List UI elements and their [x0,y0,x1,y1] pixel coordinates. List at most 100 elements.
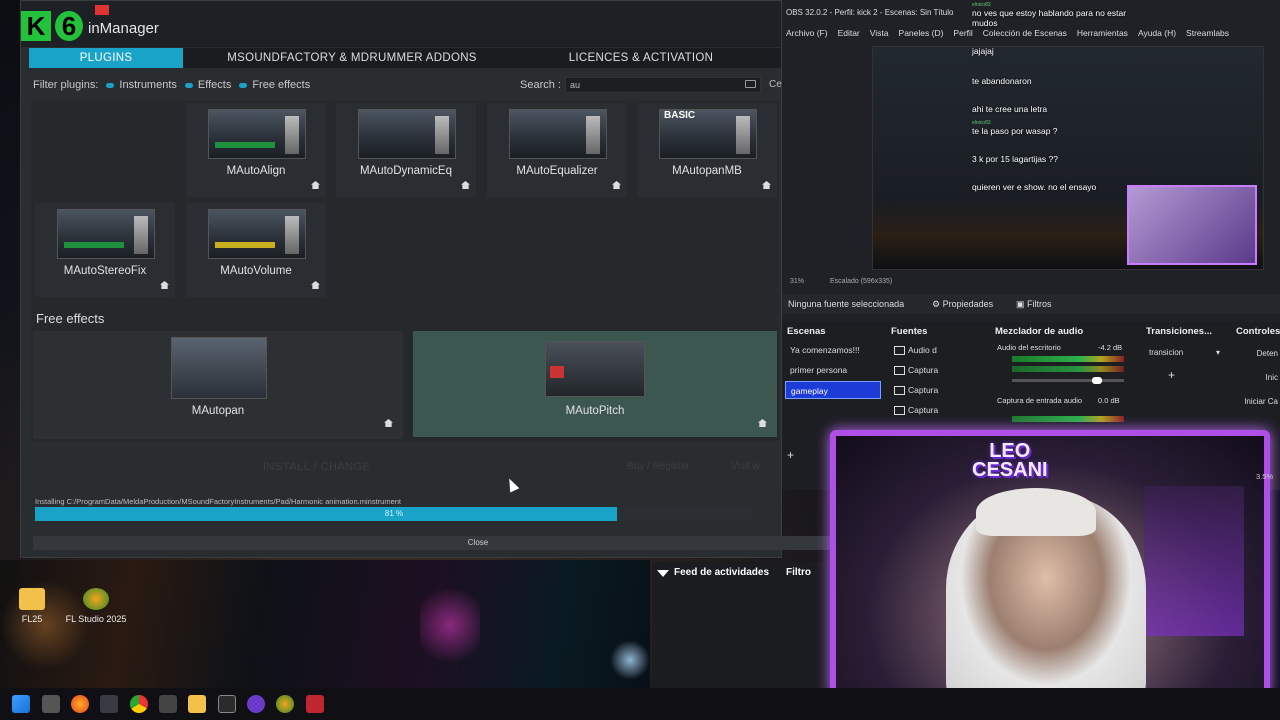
volume-slider[interactable] [1012,377,1124,384]
chat-message: ahi te cree una letra [972,104,1048,114]
tab-msoundfactory-addons[interactable]: MSOUNDFACTORY & MDRUMMER ADDONS [183,48,521,68]
file-explorer-icon[interactable] [188,695,206,713]
stop-button[interactable]: Deten [1236,346,1280,362]
chat-message: no ves que estoy hablando para no estar … [972,8,1127,28]
home-icon[interactable] [762,181,771,189]
properties-button[interactable]: ⚙ Propiedades [932,299,993,310]
plugin-tile-mautodynamiceq[interactable]: MAutoDynamicEq [336,103,476,197]
mixer-channel-db: 0.0 dB [1098,396,1120,405]
plugin-tile-mautopitch[interactable]: MAutoPitch [413,331,777,437]
dock-controls-title: Controles [1236,326,1280,337]
wallpaper-neon-glow [420,580,480,670]
plugin-tile-mautopan[interactable]: MAutopan [33,331,403,439]
zoom-indicator: 3.5% [1256,472,1274,481]
dock-mixer-title: Mezclador de audio [995,326,1084,337]
source-item[interactable]: Captura [892,361,982,379]
filter-option-label: Free effects [252,79,311,91]
title-bar: K 6 inManager [21,1,781,47]
close-button[interactable]: Close [33,536,923,550]
filters-button[interactable]: ▣ Filtros [1016,299,1052,310]
collapse-arrow-icon[interactable] [657,570,669,577]
filter-option-label: Effects [197,79,232,91]
plugin-name: MAutopanMB [672,165,742,177]
mixer-channel-db: -4.2 dB [1098,343,1123,352]
free-effects-heading: Free effects [36,311,105,326]
start-recording-button[interactable]: Iniciar Ca [1236,394,1280,410]
scene-item[interactable]: primer persona [785,361,881,379]
dock-scenes-title: Escenas [787,326,826,337]
firefox-icon[interactable] [71,695,89,713]
app-logo: K 6 [21,5,109,43]
home-icon[interactable] [311,181,320,189]
search-input[interactable] [565,77,761,93]
obs-icon[interactable] [159,695,177,713]
obs-zoom-level: 31% Escalado (596x335) [790,278,892,285]
visit-website-button[interactable]: Visit w [731,461,760,472]
plugin-tile-mautoalign[interactable]: MAutoAlign [186,103,326,197]
plugin-thumbnail [171,337,267,399]
home-icon[interactable] [461,181,470,189]
home-icon[interactable] [160,281,169,289]
app-icon[interactable] [218,695,236,713]
home-icon[interactable] [758,419,767,427]
progress-percent: 81 % [384,509,404,518]
plugin-tile-mautoequalizer[interactable]: MAutoEqualizer [487,103,627,197]
keyboard-icon[interactable] [745,80,756,88]
home-icon[interactable] [311,281,320,289]
filter-instruments[interactable]: Instruments [106,79,177,91]
logo-accent [95,5,109,15]
menu-ayuda[interactable]: Ayuda (H) [1138,28,1176,38]
plugin-tile-mautopanmb[interactable]: BASIC MAutopanMB [637,103,777,197]
tab-licences[interactable]: LICENCES & ACTIVATION [521,48,761,68]
start-button[interactable]: Inic [1236,370,1280,386]
no-source-label: Ninguna fuente seleccionada [788,299,905,309]
start-icon[interactable] [12,695,30,713]
install-change-button[interactable]: INSTALL / CHANGE [263,461,371,473]
menu-archivo[interactable]: Archivo (F) [786,28,828,38]
buy-register-button[interactable]: Buy / Register [627,461,690,472]
desktop-icon-fl-studio[interactable]: FL Studio 2025 [56,588,136,624]
transition-select[interactable]: transicion ▾ [1146,346,1224,360]
clear-search-button[interactable]: Ce [769,79,782,90]
source-item[interactable]: Captura [892,401,982,419]
plugin-thumbnail: BASIC [659,109,757,159]
activity-feed: Feed de actividades Filtro [652,562,832,688]
chrome-icon[interactable] [130,695,148,713]
app-icon[interactable] [247,695,265,713]
home-icon[interactable] [612,181,621,189]
melda-icon[interactable] [306,695,324,713]
home-icon[interactable] [384,419,393,427]
filter-effects[interactable]: Effects [184,79,232,91]
scene-item[interactable]: Ya comenzamos!!! [785,341,881,359]
window-title: inManager [88,20,159,37]
chat-message: quieren ver e show. no el ensayo [972,182,1097,192]
wallpaper-light-glow [610,640,650,680]
background-shelf [1144,486,1244,636]
scale-value[interactable]: Escalado (596x335) [830,278,892,285]
task-view-icon[interactable] [42,695,60,713]
streamer-cap [976,488,1096,536]
menu-vista[interactable]: Vista [870,28,889,38]
fl-studio-icon[interactable] [276,695,294,713]
plugin-thumbnail [358,109,456,159]
plugin-name: MAutopan [191,405,245,417]
filters-label: Filtros [1027,299,1052,309]
menu-paneles[interactable]: Paneles (D) [899,28,944,38]
filter-free-effects[interactable]: Free effects [239,79,310,91]
add-scene-icon[interactable]: + [787,448,794,462]
menu-streamlabs[interactable]: Streamlabs [1186,28,1229,38]
source-item[interactable]: Audio d [892,341,982,359]
menu-perfil[interactable]: Perfil [953,28,972,38]
menu-editar[interactable]: Editar [838,28,860,38]
audio-meter [1012,356,1124,362]
scene-item-active[interactable]: gameplay [785,381,881,399]
feed-filter-button[interactable]: Filtro [786,567,811,578]
add-transition-icon[interactable]: + [1168,368,1175,382]
install-status-text: Installing C:/ProgramData/MeldaProductio… [35,497,401,506]
plugin-tile-mautostereofix[interactable]: MAutoStereoFix [35,203,175,297]
tab-plugins[interactable]: PLUGINS [29,48,183,68]
plugin-tile-mautovolume[interactable]: MAutoVolume [186,203,326,297]
source-item[interactable]: Captura [892,381,982,399]
streamer-name-logo: LEO CESANI [972,441,1048,480]
store-icon[interactable] [100,695,118,713]
